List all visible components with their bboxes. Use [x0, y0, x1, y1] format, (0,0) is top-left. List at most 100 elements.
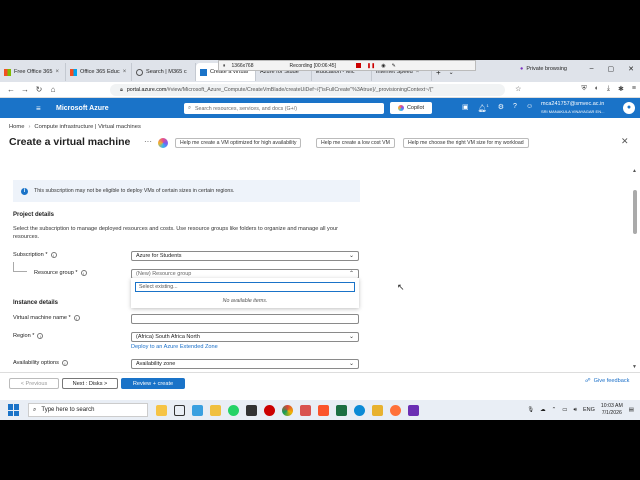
- page-title: Create a virtual machine: [9, 136, 131, 148]
- download-icon[interactable]: ⤓: [607, 85, 610, 93]
- scrollbar-thumb[interactable]: [633, 190, 637, 234]
- brave-icon[interactable]: [318, 404, 329, 416]
- close-tab-icon[interactable]: ×: [55, 69, 59, 75]
- info-tooltip-icon[interactable]: i: [73, 315, 80, 321]
- feedback-icon[interactable]: ☺: [526, 103, 533, 112]
- info-tooltip-icon[interactable]: i: [37, 333, 44, 339]
- chevron-up-icon: ⌃: [348, 271, 354, 277]
- notification-center-icon[interactable]: ▤: [629, 407, 634, 413]
- close-tab-icon[interactable]: ×: [123, 69, 127, 75]
- copilot-suggestion-chip[interactable]: Help me create a low cost VM: [316, 138, 395, 148]
- previous-button[interactable]: < Previous: [9, 378, 59, 389]
- address-bar[interactable]: 🔒︎ portal.azure.com/#view/Microsoft_Azur…: [110, 84, 505, 96]
- mask-icon: ●: [520, 66, 524, 72]
- pause-recording-icon[interactable]: ❚❚: [367, 63, 375, 69]
- info-tooltip-icon[interactable]: i: [61, 360, 68, 366]
- browser-tab[interactable]: Search | M365 c: [132, 63, 196, 81]
- info-tooltip-icon[interactable]: i: [80, 270, 87, 276]
- system-tray: 🎙︎ ☁ ⌃ ▭ 🔊︎ ENG 10:03 AM 7/1/2026 ▤: [527, 400, 640, 420]
- portal-menu-icon[interactable]: ≡: [36, 104, 50, 113]
- dropdown-empty-message: No available items.: [222, 298, 268, 304]
- close-blade-icon[interactable]: ✕: [621, 136, 629, 147]
- minimize-icon[interactable]: –: [590, 65, 594, 73]
- avatar[interactable]: ●: [623, 102, 635, 114]
- recording-toolbar: ⏸ 1366x768 Recording [00:06:45] ❚❚ ◉ ✎: [218, 60, 476, 71]
- scroll-down-icon[interactable]: ▼: [632, 364, 637, 370]
- copilot-suggestion-chip[interactable]: Help me create a VM optimized for high a…: [175, 138, 302, 148]
- feedback-icon: ☍: [585, 378, 591, 384]
- browser-tab[interactable]: Office 365 Educ ×: [66, 63, 132, 81]
- forward-icon[interactable]: →: [18, 85, 32, 94]
- give-feedback-link[interactable]: ☍ Give feedback: [585, 378, 629, 384]
- more-options-icon[interactable]: ···: [144, 137, 152, 146]
- excel-icon[interactable]: [336, 404, 347, 416]
- cloud-icon[interactable]: ☁: [540, 407, 546, 413]
- notifications-icon[interactable]: 🔔︎1: [478, 103, 489, 112]
- windows-start-icon[interactable]: [8, 404, 20, 416]
- breadcrumb: Home › Compute infrastructure | Virtual ma…: [9, 124, 141, 130]
- next-disks-button[interactable]: Next : Disks >: [62, 378, 118, 389]
- home-icon[interactable]: ⌂: [46, 85, 60, 94]
- terminal-icon[interactable]: [246, 404, 257, 416]
- browser-tab[interactable]: Free Office 365 ×: [0, 63, 66, 81]
- taskbar-search-input[interactable]: ⌕ Type here to search: [28, 403, 148, 417]
- camera-icon[interactable]: ◉: [381, 63, 385, 69]
- tool-icon[interactable]: [300, 404, 311, 416]
- menu-icon[interactable]: ≡: [632, 85, 636, 93]
- chevron-down-icon: ⌄: [348, 253, 354, 259]
- availability-options-select[interactable]: Availability zone ⌄: [131, 359, 359, 369]
- breadcrumb-vms[interactable]: Compute infrastructure | Virtual machine…: [34, 124, 140, 130]
- back-icon[interactable]: ←: [4, 85, 18, 94]
- bookmark-star-icon[interactable]: ☆: [515, 85, 521, 93]
- scroll-up-icon[interactable]: ▲: [632, 168, 637, 174]
- pause-icon[interactable]: ⏸: [223, 63, 226, 69]
- taskbar-apps: [156, 404, 419, 416]
- vm-name-input[interactable]: [131, 314, 359, 324]
- edge-icon[interactable]: [354, 404, 365, 416]
- azure-title[interactable]: Microsoft Azure: [56, 105, 109, 112]
- subscription-select[interactable]: Azure for Students ⌄: [131, 251, 359, 261]
- network-icon[interactable]: ▭: [562, 407, 567, 413]
- chevron-up-icon[interactable]: ⌃: [552, 407, 557, 413]
- language-indicator[interactable]: ENG: [583, 407, 595, 413]
- account-icon[interactable]: ◐: [595, 85, 599, 93]
- maximize-icon[interactable]: ▢: [608, 65, 615, 73]
- review-create-button[interactable]: Review + create: [121, 378, 185, 389]
- extensions-icon[interactable]: ✱: [618, 85, 624, 93]
- screen-icon[interactable]: [192, 404, 203, 416]
- copilot-suggestion-chip[interactable]: Help me choose the right VM size for my …: [403, 138, 529, 148]
- settings-gear-icon[interactable]: ⚙: [498, 103, 504, 112]
- task-view-icon[interactable]: [174, 404, 185, 416]
- copilot-button[interactable]: Copilot: [390, 102, 432, 114]
- help-icon[interactable]: ?: [513, 103, 517, 112]
- screen: Free Office 365 × Office 365 Educ × Search…: [0, 60, 640, 420]
- extended-zone-link[interactable]: Deploy to an Azure Extended Zone: [131, 344, 218, 350]
- user-account[interactable]: mca241757@smvec.ac.in SRI MANAKULA VINAY…: [541, 101, 604, 115]
- folder-icon[interactable]: [372, 404, 383, 416]
- azure-search-input[interactable]: ⌕ Search resources, services, and docs (…: [184, 103, 384, 114]
- close-window-icon[interactable]: ✕: [628, 65, 634, 73]
- clock[interactable]: 10:03 AM 7/1/2026: [601, 403, 623, 417]
- record-icon[interactable]: [264, 404, 275, 416]
- chrome-icon[interactable]: [282, 404, 293, 416]
- firefox-icon[interactable]: [390, 404, 401, 416]
- reload-icon[interactable]: ↻: [32, 85, 46, 94]
- firefox-private-icon[interactable]: [408, 404, 419, 416]
- resource-group-dropdown: Select existing... No available items.: [131, 278, 359, 308]
- folder-icon[interactable]: [210, 404, 221, 416]
- info-tooltip-icon[interactable]: i: [50, 252, 57, 258]
- region-select[interactable]: (Africa) South Africa North ⌄: [131, 332, 359, 342]
- breadcrumb-home[interactable]: Home: [9, 124, 24, 130]
- info-icon: i: [21, 187, 28, 195]
- chevron-down-icon: ⌄: [348, 334, 354, 340]
- cloud-shell-icon[interactable]: ▣: [462, 103, 469, 112]
- resource-group-filter-input[interactable]: Select existing...: [135, 282, 355, 292]
- shield-icon[interactable]: ⛨: [581, 85, 586, 93]
- widgets-icon[interactable]: [156, 404, 167, 416]
- copilot-icon: [158, 138, 168, 148]
- microphone-icon[interactable]: 🎙︎: [527, 407, 534, 413]
- pen-icon[interactable]: ✎: [392, 63, 396, 69]
- stop-icon[interactable]: [355, 63, 361, 68]
- speaker-icon[interactable]: 🔊︎: [573, 407, 576, 414]
- whatsapp-icon[interactable]: [228, 404, 239, 416]
